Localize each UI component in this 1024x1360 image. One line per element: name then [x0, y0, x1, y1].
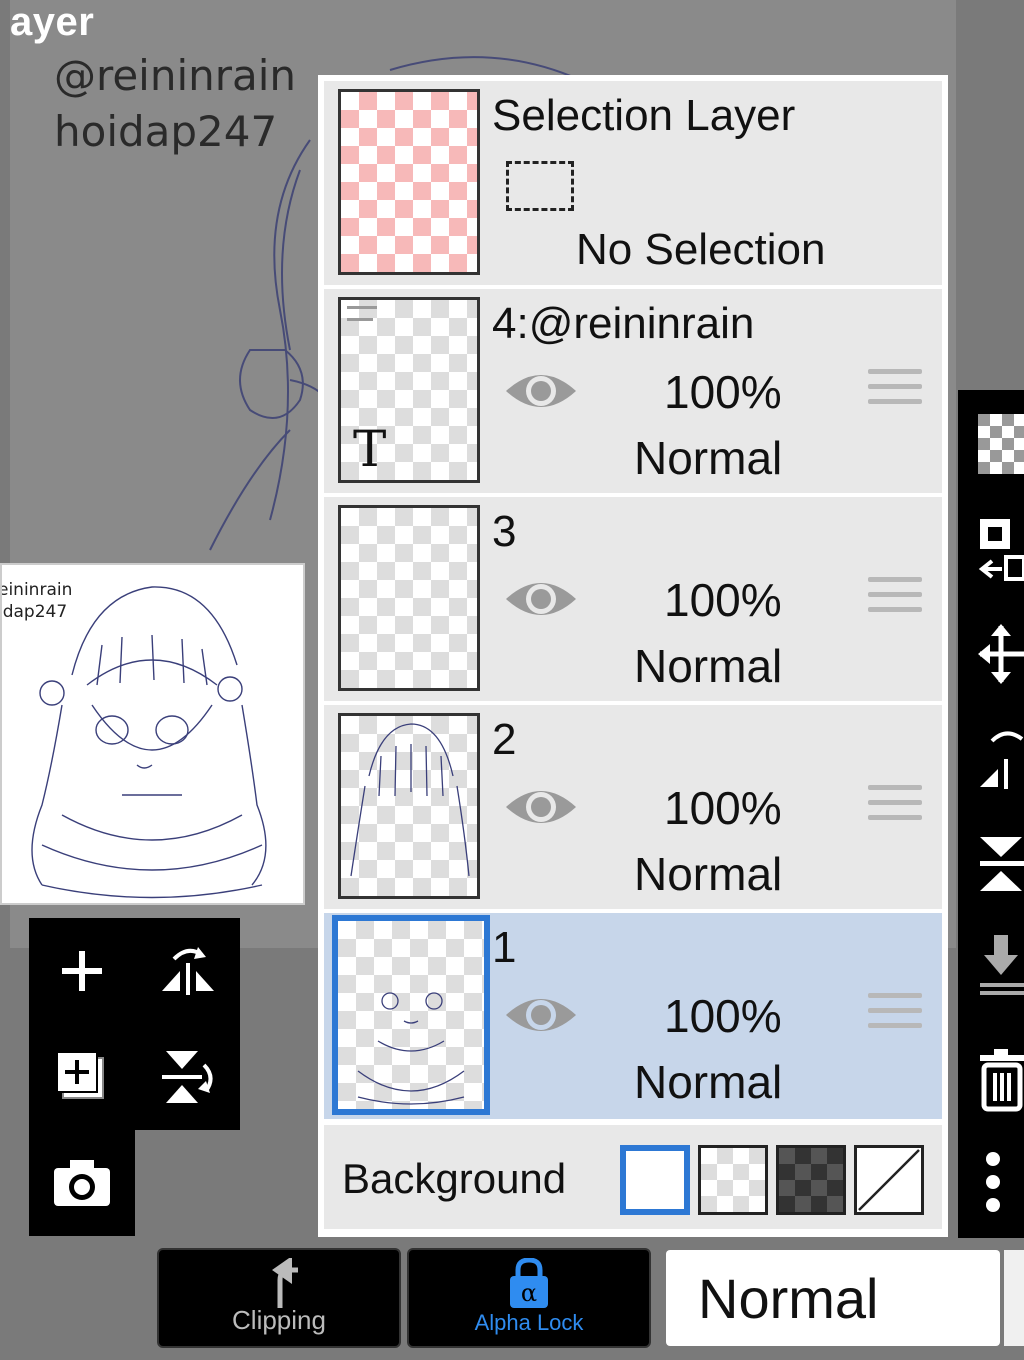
flip-button[interactable]	[958, 710, 1024, 810]
layer-blend-3: Normal	[634, 640, 783, 692]
thumbnail-sketch	[357, 992, 465, 1105]
drag-handle-icon[interactable]	[868, 369, 922, 415]
layer-blend-1: Normal	[634, 1056, 783, 1108]
move-button[interactable]	[958, 604, 1024, 704]
layer-name-3: 3	[492, 507, 517, 556]
download-icon	[980, 935, 1024, 995]
screen-title: ayer	[10, 0, 95, 44]
drag-handle-icon[interactable]	[868, 785, 922, 831]
duplicate-layer-button[interactable]	[29, 1024, 135, 1130]
canvas-preview[interactable]: eininrain idap247	[0, 563, 305, 905]
thumbnail-sketch	[350, 723, 470, 877]
visibility-eye-icon[interactable]	[504, 989, 578, 1041]
layer-name-4: 4:@reininrain	[492, 299, 755, 348]
merge-down-icon	[980, 837, 1024, 891]
selection-marquee-icon	[506, 161, 574, 211]
clipping-button[interactable]: Clipping	[157, 1248, 401, 1348]
clipping-icon	[272, 1258, 298, 1308]
layer-thumbnail-1	[332, 915, 490, 1115]
selection-layer-row[interactable]: Selection Layer No Selection	[324, 81, 942, 285]
layer-row-2[interactable]: 2 100% Normal	[324, 705, 942, 909]
layer-opacity-4: 100%	[664, 366, 782, 418]
visibility-eye-icon[interactable]	[504, 365, 578, 417]
move-icon	[978, 624, 1024, 684]
layer-name-2: 2	[492, 715, 517, 764]
blend-mode-select[interactable]: Normal	[666, 1250, 1000, 1346]
layer-panel: Selection Layer No Selection T 4:@reinin…	[318, 75, 948, 1237]
background-label: Background	[342, 1155, 567, 1202]
drag-handle-icon[interactable]	[868, 577, 922, 623]
select-transform-icon	[978, 519, 1024, 581]
more-icon	[986, 1152, 1000, 1212]
flip-icon	[980, 731, 1024, 789]
layer-blend-4: Normal	[634, 432, 783, 484]
layer-row-4[interactable]: T 4:@reininrain 100% Normal	[324, 289, 942, 493]
flip-horizontal-icon	[162, 947, 214, 995]
drag-handle-icon[interactable]	[868, 993, 922, 1039]
lock-icon: α	[510, 1258, 548, 1308]
selection-layer-title: Selection Layer	[492, 91, 796, 140]
flip-vertical-button[interactable]	[135, 1024, 241, 1130]
background-none-option[interactable]	[854, 1145, 924, 1215]
layer-thumbnail-3	[338, 505, 480, 691]
checker-icon	[978, 414, 1024, 474]
background-white-option[interactable]	[620, 1145, 690, 1215]
watermark-line-2: hoidap247	[54, 107, 278, 156]
alpha-lock-button[interactable]: α Alpha Lock	[407, 1248, 651, 1348]
background-dark-option[interactable]	[776, 1145, 846, 1215]
add-layer-icon	[62, 951, 102, 991]
flip-vertical-icon	[162, 1051, 213, 1103]
visibility-eye-icon[interactable]	[504, 781, 578, 833]
add-layer-button[interactable]	[29, 918, 135, 1024]
layer-name-1: 1	[492, 923, 517, 972]
select-transform-button[interactable]	[958, 500, 1024, 600]
preview-sketch	[31, 586, 267, 899]
blend-mode-edge	[1004, 1250, 1024, 1346]
download-button[interactable]	[958, 916, 1024, 1016]
layer-blend-2: Normal	[634, 848, 783, 900]
camera-icon	[54, 1160, 110, 1206]
watermark-text: @reininrain hoidap247	[54, 48, 296, 160]
right-toolbar	[958, 390, 1024, 1238]
layer-row-1[interactable]: 1 100% Normal	[324, 913, 942, 1119]
thumbnail-text-mark	[347, 306, 377, 309]
more-options-button[interactable]	[958, 1132, 1024, 1232]
background-row: Background	[324, 1125, 942, 1229]
checker-button[interactable]	[958, 394, 1024, 494]
left-toolbar	[29, 918, 240, 1236]
layer-opacity-2: 100%	[664, 782, 782, 834]
layer-thumbnail-4: T	[338, 297, 480, 483]
blend-mode-value: Normal	[698, 1267, 879, 1330]
text-layer-badge: T	[353, 420, 387, 478]
clipping-icon-wrap	[159, 1258, 399, 1310]
layer-row-3[interactable]: 3 100% Normal	[324, 497, 942, 701]
alpha-lock-label: Alpha Lock	[474, 1310, 584, 1335]
background-transparent-option[interactable]	[698, 1145, 768, 1215]
layer-thumbnail-2	[338, 713, 480, 899]
visibility-eye-icon[interactable]	[504, 573, 578, 625]
layer-opacity-1: 100%	[664, 990, 782, 1042]
flip-horizontal-button[interactable]	[135, 918, 241, 1024]
svg-text:α: α	[521, 1279, 537, 1307]
thumbnail-text-mark	[347, 318, 373, 321]
clipping-label: Clipping	[232, 1305, 326, 1335]
alpha-lock-icon-wrap: α	[409, 1258, 649, 1310]
layer-opacity-3: 100%	[664, 574, 782, 626]
camera-button[interactable]	[29, 1130, 135, 1236]
merge-down-button[interactable]	[958, 814, 1024, 914]
delete-layer-button[interactable]	[958, 1030, 1024, 1130]
duplicate-layer-icon	[56, 1051, 104, 1099]
watermark-line-1: @reininrain	[54, 51, 297, 100]
selection-status: No Selection	[576, 225, 826, 274]
selection-layer-thumbnail	[338, 89, 480, 275]
slash-icon	[858, 1149, 920, 1211]
trash-icon	[980, 1049, 1024, 1112]
